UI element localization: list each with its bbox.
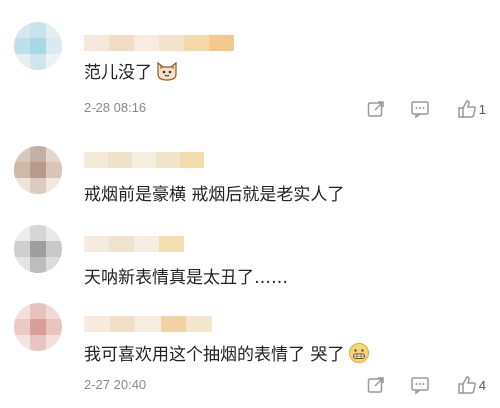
username-blurred[interactable] [84, 236, 184, 252]
comment-date: 2-28 08:16 [84, 100, 147, 115]
comment-icon [411, 377, 429, 395]
like-count: 4 [478, 377, 486, 393]
thumbs-up-icon [458, 100, 476, 118]
share-icon [367, 377, 384, 393]
like-button[interactable]: 4 [442, 375, 486, 395]
username-blurred[interactable] [84, 152, 204, 168]
comment-button[interactable] [398, 373, 442, 397]
comment-text: 戒烟前是豪横 戒烟后就是老实人了 [84, 185, 345, 205]
avatar[interactable] [14, 303, 62, 351]
username-blurred[interactable] [84, 316, 212, 332]
avatar[interactable] [14, 225, 62, 273]
avatar[interactable] [14, 22, 62, 70]
comment-icon [411, 101, 429, 119]
like-button[interactable]: 1 [442, 99, 486, 119]
grimacing-face-emoji [349, 343, 370, 363]
username-blurred[interactable] [84, 35, 234, 51]
share-icon [367, 101, 384, 117]
comment-date: 2-27 20:40 [84, 377, 147, 392]
cat-face-emoji [157, 61, 177, 81]
comment-text: 天呐新表情真是太丑了…… [84, 268, 288, 288]
avatar[interactable] [14, 146, 62, 194]
share-button[interactable] [354, 373, 398, 397]
comment-actions: 4 [354, 373, 486, 397]
comment-actions: 1 [354, 97, 486, 121]
comment-text: 范儿没了 [84, 60, 178, 85]
thumbs-up-icon [458, 376, 476, 394]
like-count: 1 [478, 101, 486, 117]
share-button[interactable] [354, 97, 398, 121]
comment-text: 我可喜欢用这个抽烟的表情了 哭了 [84, 342, 370, 367]
comment-button[interactable] [398, 97, 442, 121]
